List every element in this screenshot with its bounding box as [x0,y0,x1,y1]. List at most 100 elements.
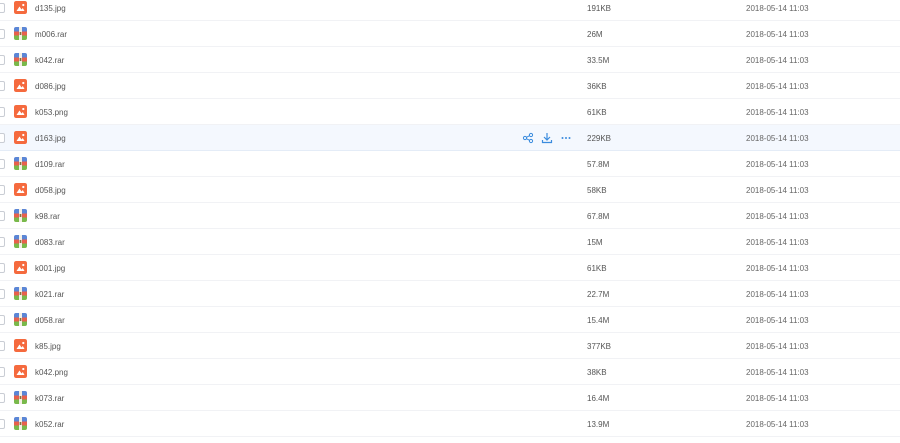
image-file-icon [14,261,27,274]
file-name[interactable]: d163.jpg [35,134,66,143]
row-checkbox[interactable] [0,341,5,351]
file-size: 36KB [587,82,607,91]
file-date: 2018-05-14 11:03 [746,212,809,221]
file-size: 15.4M [587,316,610,325]
row-checkbox[interactable] [0,159,5,169]
download-button[interactable] [541,132,553,144]
archive-file-icon [14,287,27,300]
file-row[interactable]: d086.jpg 36KB 2018-05-14 11:03 [0,73,900,99]
file-row[interactable]: k042.rar 33.5M 2018-05-14 11:03 [0,47,900,73]
file-date: 2018-05-14 11:03 [746,4,809,13]
file-size: 16.4M [587,394,610,403]
row-checkbox[interactable] [0,133,5,143]
file-size: 67.8M [587,212,610,221]
file-row[interactable]: d135.jpg 191KB 2018-05-14 11:03 [0,0,900,21]
file-row[interactable]: k001.jpg 61KB 2018-05-14 11:03 [0,255,900,281]
file-row[interactable]: k052.rar 13.9M 2018-05-14 11:03 [0,411,900,437]
row-checkbox[interactable] [0,289,5,299]
file-size: 191KB [587,4,612,13]
file-date: 2018-05-14 11:03 [746,342,809,351]
file-row[interactable]: d163.jpg 229KB 2018-05-14 11:03 [0,125,900,151]
row-checkbox[interactable] [0,81,5,91]
row-checkbox[interactable] [0,29,5,39]
file-date: 2018-05-14 11:03 [746,420,809,429]
file-name[interactable]: k042.png [35,368,68,377]
file-name[interactable]: k85.jpg [35,342,61,351]
file-name[interactable]: k021.rar [35,290,64,299]
file-row[interactable]: k98.rar 67.8M 2018-05-14 11:03 [0,203,900,229]
file-name[interactable]: d086.jpg [35,82,66,91]
row-checkbox[interactable] [0,393,5,403]
row-checkbox[interactable] [0,55,5,65]
archive-file-icon [14,235,27,248]
file-row[interactable]: d109.rar 57.8M 2018-05-14 11:03 [0,151,900,177]
file-row[interactable]: k85.jpg 377KB 2018-05-14 11:03 [0,333,900,359]
file-name[interactable]: d058.jpg [35,186,66,195]
image-file-icon [14,183,27,196]
archive-file-icon [14,313,27,326]
file-date: 2018-05-14 11:03 [746,56,809,65]
row-checkbox[interactable] [0,315,5,325]
file-date: 2018-05-14 11:03 [746,238,809,247]
archive-file-icon [14,391,27,404]
file-name[interactable]: d058.rar [35,316,65,325]
file-date: 2018-05-14 11:03 [746,82,809,91]
file-name[interactable]: k052.rar [35,420,64,429]
file-size: 15M [587,238,603,247]
file-size: 33.5M [587,56,610,65]
share-button[interactable] [522,132,534,144]
row-checkbox[interactable] [0,367,5,377]
file-name[interactable]: k042.rar [35,56,64,65]
file-name[interactable]: m006.rar [35,30,67,39]
more-icon [560,132,572,144]
file-name[interactable]: d083.rar [35,238,65,247]
file-date: 2018-05-14 11:03 [746,186,809,195]
file-name[interactable]: k073.rar [35,394,64,403]
file-row[interactable]: d058.rar 15.4M 2018-05-14 11:03 [0,307,900,333]
row-checkbox[interactable] [0,211,5,221]
file-date: 2018-05-14 11:03 [746,264,809,273]
file-size: 26M [587,30,603,39]
archive-file-icon [14,53,27,66]
file-name[interactable]: k053.png [35,108,68,117]
file-date: 2018-05-14 11:03 [746,30,809,39]
row-checkbox[interactable] [0,237,5,247]
archive-file-icon [14,157,27,170]
row-checkbox[interactable] [0,263,5,273]
file-row[interactable]: k021.rar 22.7M 2018-05-14 11:03 [0,281,900,307]
file-date: 2018-05-14 11:03 [746,160,809,169]
file-date: 2018-05-14 11:03 [746,290,809,299]
file-size: 58KB [587,186,607,195]
file-row[interactable]: d083.rar 15M 2018-05-14 11:03 [0,229,900,255]
file-name[interactable]: d109.rar [35,160,65,169]
download-icon [541,132,553,144]
file-date: 2018-05-14 11:03 [746,368,809,377]
archive-file-icon [14,27,27,40]
image-file-icon [14,79,27,92]
image-file-icon [14,339,27,352]
row-checkbox[interactable] [0,419,5,429]
row-checkbox[interactable] [0,107,5,117]
file-row[interactable]: d058.jpg 58KB 2018-05-14 11:03 [0,177,900,203]
file-size: 22.7M [587,290,610,299]
image-file-icon [14,1,27,14]
archive-file-icon [14,417,27,430]
more-button[interactable] [560,132,572,144]
file-date: 2018-05-14 11:03 [746,108,809,117]
file-size: 13.9M [587,420,610,429]
file-row[interactable]: k042.png 38KB 2018-05-14 11:03 [0,359,900,385]
file-name[interactable]: d135.jpg [35,4,66,13]
file-row[interactable]: m006.rar 26M 2018-05-14 11:03 [0,21,900,47]
file-row[interactable]: k073.rar 16.4M 2018-05-14 11:03 [0,385,900,411]
file-date: 2018-05-14 11:03 [746,316,809,325]
row-checkbox[interactable] [0,3,5,13]
row-checkbox[interactable] [0,185,5,195]
file-name[interactable]: k001.jpg [35,264,65,273]
file-name[interactable]: k98.rar [35,212,60,221]
file-date: 2018-05-14 11:03 [746,134,809,143]
file-size: 38KB [587,368,607,377]
file-size: 61KB [587,108,607,117]
file-size: 229KB [587,134,612,143]
file-date: 2018-05-14 11:03 [746,394,809,403]
file-row[interactable]: k053.png 61KB 2018-05-14 11:03 [0,99,900,125]
